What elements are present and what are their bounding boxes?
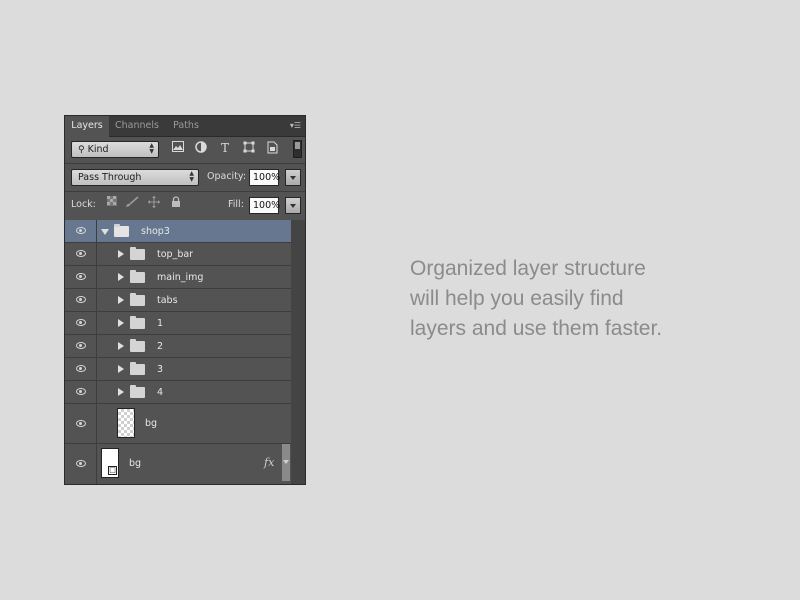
folder-icon bbox=[114, 224, 129, 237]
expand-triangle-icon[interactable] bbox=[118, 342, 124, 350]
folder-icon bbox=[130, 385, 145, 398]
layer-row-bg[interactable]: bg bbox=[65, 404, 291, 444]
lock-row: Lock: Fill: 100% bbox=[65, 192, 305, 221]
fill-slider-button[interactable] bbox=[285, 197, 301, 214]
smart-object-filter-icon[interactable] bbox=[265, 141, 279, 155]
layer-row-shop3[interactable]: shop3 bbox=[65, 220, 291, 243]
expand-triangle-icon[interactable] bbox=[118, 250, 124, 258]
eye-icon bbox=[76, 419, 86, 427]
layer-name: top_bar bbox=[157, 249, 194, 260]
expand-triangle-icon[interactable] bbox=[118, 296, 124, 304]
fill-input[interactable]: 100% bbox=[249, 197, 280, 214]
expand-triangle-icon[interactable] bbox=[118, 365, 124, 373]
expand-arrow-icon bbox=[283, 460, 289, 464]
layers-list: shop3 top_bar main_img tabs 1 2 3 4 bg □… bbox=[65, 220, 305, 484]
tab-layers[interactable]: Layers bbox=[65, 116, 109, 137]
lock-position-icon[interactable] bbox=[147, 196, 161, 210]
updown-arrows-icon: ▲ ▼ bbox=[189, 170, 194, 183]
layer-name: bg bbox=[145, 418, 158, 429]
fill-label: Fill: bbox=[228, 199, 244, 210]
visibility-toggle[interactable] bbox=[65, 381, 97, 403]
eye-icon bbox=[76, 460, 86, 467]
lock-label: Lock: bbox=[71, 199, 96, 210]
visibility-toggle[interactable] bbox=[65, 444, 97, 484]
eye-icon bbox=[76, 319, 86, 326]
layer-name: shop3 bbox=[141, 226, 170, 237]
layer-thumbnail bbox=[117, 408, 135, 438]
lock-all-icon[interactable] bbox=[169, 196, 183, 210]
type-filter-icon[interactable]: T bbox=[218, 141, 232, 155]
layer-name: 2 bbox=[157, 341, 164, 352]
visibility-toggle[interactable] bbox=[65, 312, 97, 334]
layer-row-tabs[interactable]: tabs bbox=[65, 289, 291, 312]
visibility-toggle[interactable] bbox=[65, 266, 97, 288]
eye-icon bbox=[76, 250, 86, 257]
blend-mode-label: Pass Through bbox=[78, 172, 142, 183]
panel-tab-bar: Layers Channels Paths ▾☰ bbox=[65, 116, 305, 137]
caption-text: Organized layer structure will help you … bbox=[410, 257, 663, 340]
folder-icon bbox=[130, 293, 145, 306]
panel-menu-icon[interactable]: ▾☰ bbox=[287, 121, 301, 131]
tab-paths[interactable]: Paths bbox=[165, 116, 207, 136]
expand-triangle-icon[interactable] bbox=[118, 273, 124, 281]
layers-scrollbar[interactable] bbox=[291, 220, 305, 484]
layer-row-1[interactable]: 1 bbox=[65, 312, 291, 335]
layer-name: main_img bbox=[157, 272, 204, 283]
filter-kind-dropdown[interactable]: ⚲ Kind ▲ ▼ bbox=[71, 141, 159, 158]
visibility-toggle[interactable] bbox=[65, 404, 97, 443]
visibility-toggle[interactable] bbox=[65, 335, 97, 357]
visibility-toggle[interactable] bbox=[65, 289, 97, 311]
layer-row-main_img[interactable]: main_img bbox=[65, 266, 291, 289]
eye-icon bbox=[76, 365, 86, 372]
visibility-toggle[interactable] bbox=[65, 358, 97, 380]
collapse-triangle-icon[interactable] bbox=[101, 229, 109, 235]
layer-name: 3 bbox=[157, 364, 164, 375]
layer-name: 4 bbox=[157, 387, 164, 398]
layer-name: 1 bbox=[157, 318, 164, 329]
layer-row-bg-locked[interactable]: □ bg fx bbox=[65, 444, 291, 484]
eye-icon bbox=[76, 227, 86, 234]
visibility-toggle[interactable] bbox=[65, 220, 97, 242]
layer-row-3[interactable]: 3 bbox=[65, 358, 291, 381]
visibility-toggle[interactable] bbox=[65, 243, 97, 265]
layer-row-2[interactable]: 2 bbox=[65, 335, 291, 358]
layer-name: tabs bbox=[157, 295, 178, 306]
eye-icon bbox=[76, 273, 86, 280]
eye-icon bbox=[76, 388, 86, 395]
search-icon: ⚲ bbox=[78, 145, 85, 155]
layers-panel: Layers Channels Paths ▾☰ ⚲ Kind ▲ ▼ T Pas bbox=[64, 115, 306, 485]
effects-expand-button[interactable] bbox=[282, 444, 290, 481]
filter-toggle-switch[interactable] bbox=[293, 140, 302, 158]
layer-row-top_bar[interactable]: top_bar bbox=[65, 243, 291, 266]
opacity-slider-button[interactable] bbox=[285, 169, 301, 186]
smart-object-badge-icon: □ bbox=[108, 466, 117, 475]
fx-icon[interactable]: fx bbox=[264, 456, 274, 469]
opacity-label: Opacity: bbox=[207, 171, 247, 182]
expand-triangle-icon[interactable] bbox=[118, 388, 124, 396]
lock-image-pixels-icon[interactable] bbox=[125, 196, 139, 210]
eye-icon bbox=[76, 342, 86, 349]
opacity-input[interactable]: 100% bbox=[249, 169, 280, 186]
adjustment-filter-icon[interactable] bbox=[194, 141, 208, 155]
folder-icon bbox=[130, 247, 145, 260]
folder-icon bbox=[130, 270, 145, 283]
layer-row-4[interactable]: 4 bbox=[65, 381, 291, 404]
eye-icon bbox=[76, 296, 86, 303]
shape-filter-icon[interactable] bbox=[242, 141, 256, 155]
filter-kind-label: Kind bbox=[87, 144, 109, 155]
folder-icon bbox=[130, 339, 145, 352]
blend-row: Pass Through ▲ ▼ Opacity: 100% bbox=[65, 164, 305, 192]
updown-arrows-icon: ▲ ▼ bbox=[149, 142, 154, 155]
folder-icon bbox=[130, 316, 145, 329]
lock-transparent-pixels-icon[interactable] bbox=[105, 196, 119, 210]
pixel-filter-icon[interactable] bbox=[171, 141, 185, 155]
folder-icon bbox=[130, 362, 145, 375]
tab-channels[interactable]: Channels bbox=[111, 116, 163, 136]
blend-mode-dropdown[interactable]: Pass Through ▲ ▼ bbox=[71, 169, 199, 186]
layer-name: bg bbox=[129, 458, 142, 469]
expand-triangle-icon[interactable] bbox=[118, 319, 124, 327]
filter-row: ⚲ Kind ▲ ▼ T bbox=[65, 136, 305, 164]
